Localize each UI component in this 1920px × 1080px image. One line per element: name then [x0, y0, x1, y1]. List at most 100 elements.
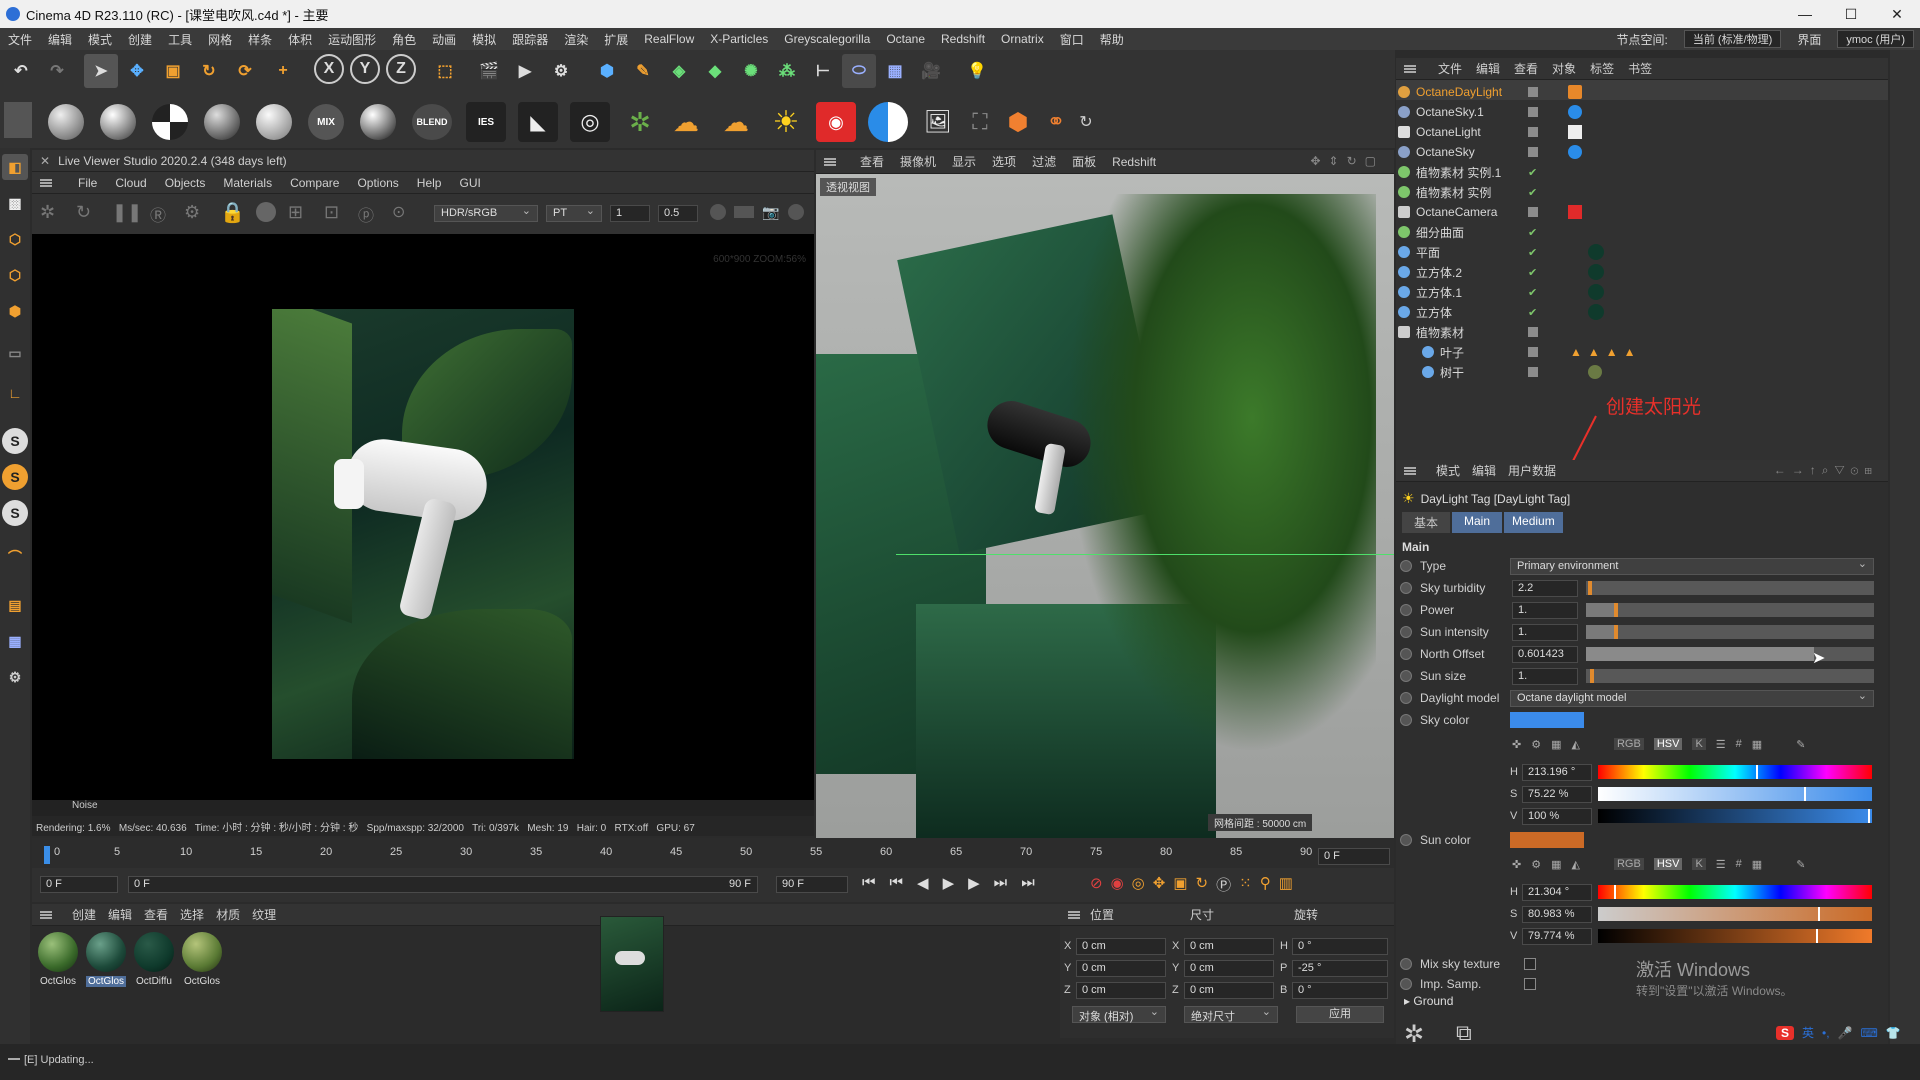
- camera-icon[interactable]: 🎥: [914, 54, 948, 88]
- size-x-field[interactable]: 0 cm: [1184, 938, 1274, 955]
- tag-icons[interactable]: ▲▲▲▲: [1570, 345, 1642, 359]
- live-viewer-icon[interactable]: 🖼: [920, 104, 956, 140]
- environment-tag-icon[interactable]: [1568, 145, 1582, 159]
- deformer-icon[interactable]: ⊢: [806, 54, 840, 88]
- vp-menu-display[interactable]: 显示: [952, 153, 976, 170]
- material-item[interactable]: OctDiffu: [132, 932, 176, 994]
- pen-icon[interactable]: ✎: [626, 54, 660, 88]
- lv-menu-gui[interactable]: GUI: [459, 176, 480, 190]
- diffuse-material-icon[interactable]: [48, 104, 84, 140]
- prev-key-icon[interactable]: ⏮: [890, 874, 904, 892]
- keyframe-dot-icon[interactable]: [1400, 604, 1412, 616]
- particles-icon[interactable]: ⚭: [1038, 104, 1074, 140]
- edges-mode-icon[interactable]: ⬡: [2, 262, 28, 288]
- go-end-icon[interactable]: ⏭: [1021, 874, 1035, 892]
- rotate-tool-icon[interactable]: ↻: [192, 54, 226, 88]
- north-offset-slider[interactable]: [1586, 647, 1874, 661]
- rotation-key-icon[interactable]: ↻: [1196, 874, 1209, 895]
- menu-item[interactable]: 运动图形: [320, 31, 384, 48]
- polygons-mode-icon[interactable]: ⬢: [2, 298, 28, 324]
- undo-icon[interactable]: ↶: [4, 54, 38, 88]
- menu-item[interactable]: 网格: [200, 31, 240, 48]
- visibility-icon[interactable]: [1528, 367, 1538, 377]
- spectrum-icon[interactable]: ⚙: [1531, 738, 1541, 751]
- start-frame-field[interactable]: 0 F: [40, 876, 118, 893]
- cube-icon[interactable]: ⬢: [590, 54, 624, 88]
- sky-v-field[interactable]: 100 %: [1522, 808, 1592, 825]
- field-icon[interactable]: ⬭: [842, 54, 876, 88]
- viewport-nav-icons[interactable]: ✥⇕↻▢: [1310, 154, 1384, 168]
- enabled-check-icon[interactable]: ✔: [1528, 306, 1537, 319]
- pla-key-icon[interactable]: ⁙: [1239, 874, 1252, 895]
- object-row[interactable]: 立方体.1 ✔: [1398, 282, 1888, 302]
- color-wheel-icon[interactable]: ✜: [1512, 738, 1521, 751]
- timeline-ruler[interactable]: [32, 838, 1394, 868]
- coordinate-system-icon[interactable]: ⬚: [428, 54, 462, 88]
- light-tag-icon[interactable]: [1568, 125, 1582, 139]
- hdri-environment-icon[interactable]: [868, 102, 908, 142]
- toon-material-icon[interactable]: [360, 104, 396, 140]
- octane-camera-icon[interactable]: ◉: [816, 102, 856, 142]
- extrude-icon[interactable]: ◆: [698, 54, 732, 88]
- snap-settings-icon[interactable]: S: [2, 464, 28, 490]
- lv-menu-objects[interactable]: Objects: [165, 176, 206, 190]
- k-mode-button[interactable]: K: [1692, 858, 1706, 870]
- lv-menu-help[interactable]: Help: [417, 176, 442, 190]
- magnet-icon[interactable]: ⌒: [2, 544, 28, 570]
- attr-menu-icon[interactable]: [1404, 466, 1416, 475]
- lv-menu-cloud[interactable]: Cloud: [115, 176, 146, 190]
- render-settings-icon[interactable]: ⚙: [544, 54, 578, 88]
- type-select[interactable]: Primary environment: [1510, 557, 1874, 575]
- vp-menu-filter[interactable]: 过滤: [1032, 153, 1056, 170]
- close-button[interactable]: ✕: [1874, 0, 1920, 28]
- motion-icon[interactable]: ⚲: [1260, 874, 1271, 895]
- metallic-material-icon[interactable]: [256, 104, 292, 140]
- parameter-key-icon[interactable]: Ⓟ: [1216, 874, 1231, 895]
- keyframe-dot-icon[interactable]: [1400, 560, 1412, 572]
- perspective-viewport[interactable]: 透视视图 网格间距 : 50000 cm: [816, 174, 1394, 838]
- grid-icon[interactable]: ▤: [2, 592, 28, 618]
- menu-item[interactable]: 创建: [120, 31, 160, 48]
- object-tag-icon[interactable]: ⬢: [1000, 104, 1036, 140]
- lv-menu-materials[interactable]: Materials: [223, 176, 272, 190]
- sky-hue-slider[interactable]: [1598, 765, 1872, 779]
- mixer-icon[interactable]: ☰: [1716, 858, 1726, 871]
- tag-icon[interactable]: ⛶: [962, 104, 998, 140]
- sky-value-slider[interactable]: [1598, 809, 1872, 823]
- om-menu-icon[interactable]: [1404, 64, 1416, 73]
- image2-picker-icon[interactable]: ◭: [1572, 858, 1580, 871]
- move-tool-icon[interactable]: ✥: [120, 54, 154, 88]
- lv-menu-compare[interactable]: Compare: [290, 176, 339, 190]
- keyframe-dot-icon[interactable]: [1400, 834, 1412, 846]
- maximize-button[interactable]: ☐: [1828, 0, 1874, 28]
- om-menu-tag[interactable]: 标签: [1590, 60, 1614, 77]
- end-frame-field[interactable]: 90 F: [776, 876, 848, 893]
- menu-item[interactable]: 扩展: [596, 31, 636, 48]
- kernel-select[interactable]: PT: [546, 204, 602, 222]
- playhead[interactable]: [44, 846, 50, 864]
- lv-menu-options[interactable]: Options: [357, 176, 398, 190]
- interface-select[interactable]: ymoc (用户): [1837, 30, 1914, 48]
- rot-p-field[interactable]: -25 °: [1292, 960, 1388, 977]
- node-space-select[interactable]: 当前 (标准/物理): [1683, 30, 1782, 48]
- om-menu-object[interactable]: 对象: [1552, 60, 1576, 77]
- add-tool-icon[interactable]: +: [266, 54, 300, 88]
- refresh-icon[interactable]: ↻: [1074, 104, 1098, 140]
- sun-color-swatch[interactable]: [1510, 832, 1584, 848]
- power-field[interactable]: 1.: [1512, 602, 1578, 619]
- sun-size-slider[interactable]: [1586, 669, 1874, 683]
- ies-light-icon[interactable]: IES: [466, 102, 506, 142]
- select-tool-icon[interactable]: ➤: [84, 54, 118, 88]
- object-row[interactable]: 叶子 ▲▲▲▲: [1398, 342, 1888, 362]
- north-offset-field[interactable]: 0.601423: [1512, 646, 1578, 663]
- mixer-icon[interactable]: ☰: [1716, 738, 1726, 751]
- mm-menu-texture[interactable]: 纹理: [252, 906, 276, 923]
- attr-nav-icons[interactable]: ←→↑⌕▽⊙⊞: [1774, 463, 1878, 478]
- snap-toggle-icon[interactable]: S: [2, 500, 28, 526]
- timeline-icon[interactable]: ▥: [1279, 874, 1293, 895]
- mm-menu-material[interactable]: 材质: [216, 906, 240, 923]
- menu-item[interactable]: Greyscalegorilla: [776, 32, 878, 46]
- attr-menu-edit[interactable]: 编辑: [1472, 462, 1496, 479]
- texture-mode-icon[interactable]: ▩: [2, 190, 28, 216]
- sun-size-field[interactable]: 1.: [1512, 668, 1578, 685]
